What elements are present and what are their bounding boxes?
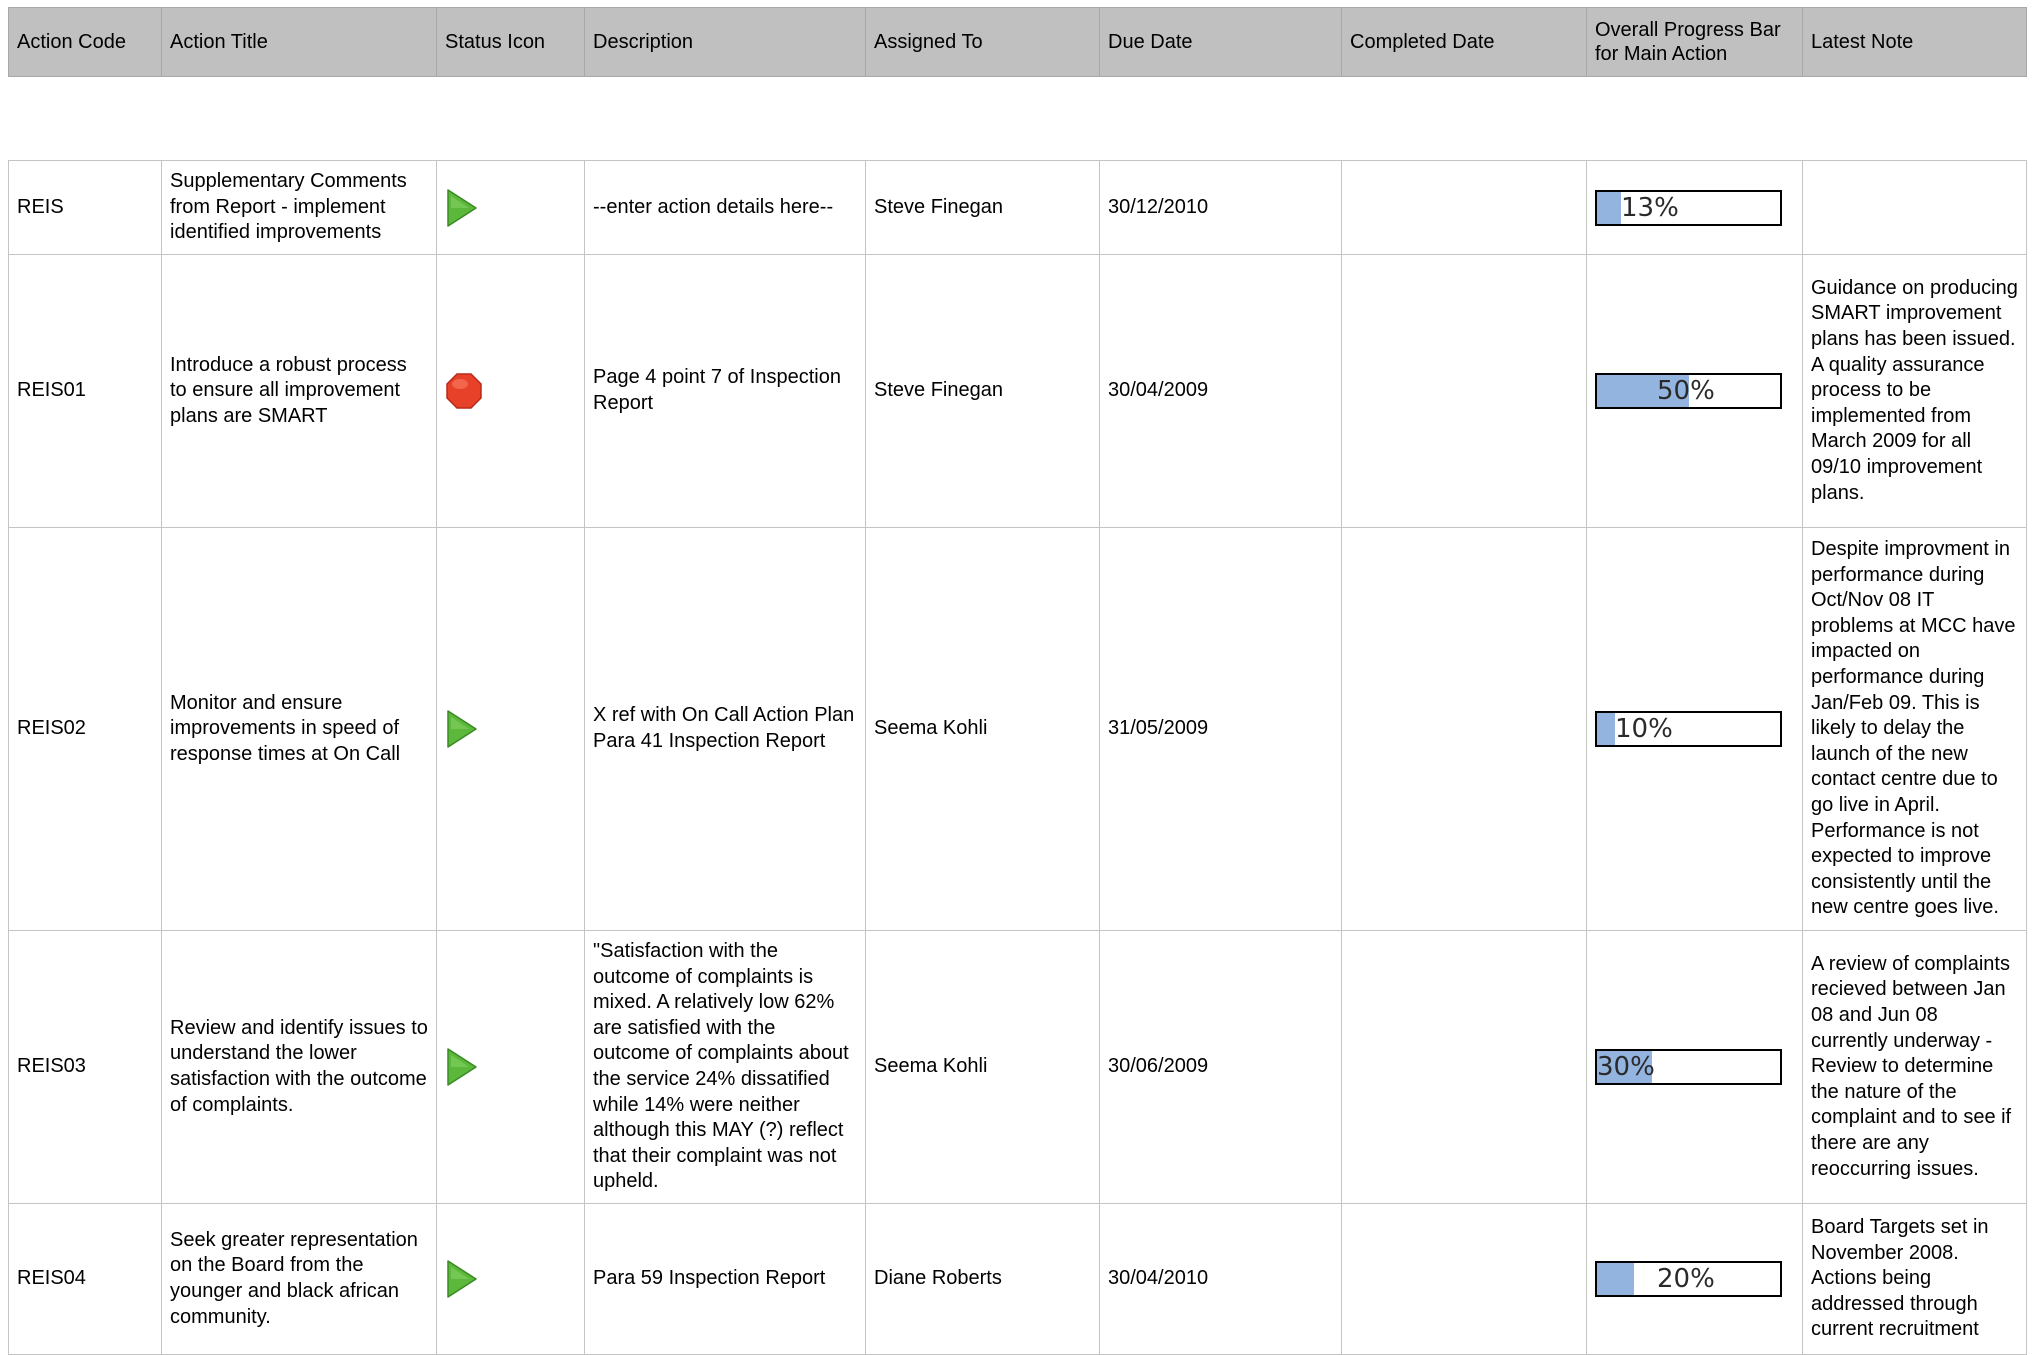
completed-date: [1341, 160, 1587, 255]
progress-cell: 13%: [1586, 160, 1803, 255]
progress-label: 13%: [1621, 192, 1679, 223]
completed-date: [1341, 1203, 1587, 1355]
table-row[interactable]: REIS01 Introduce a robust process to ens…: [8, 254, 2027, 528]
column-header-status-icon[interactable]: Status Icon: [436, 7, 585, 77]
status-icon-cell: [436, 254, 585, 528]
progress-bar: 20%: [1595, 1261, 1782, 1297]
red-stop-icon: [445, 372, 576, 410]
green-play-icon: [445, 1259, 576, 1299]
progress-label: 50%: [1657, 376, 1715, 406]
progress-fill: [1597, 191, 1621, 224]
action-code: REIS: [8, 160, 162, 255]
column-header-action-title[interactable]: Action Title: [161, 7, 437, 77]
status-icon-cell: [436, 527, 585, 931]
assigned-to: Steve Finegan: [865, 254, 1100, 528]
column-header-action-code[interactable]: Action Code: [8, 7, 162, 77]
latest-note: Board Targets set in November 2008. Acti…: [1802, 1203, 2027, 1355]
action-title: Seek greater representation on the Board…: [161, 1203, 437, 1355]
action-title: Monitor and ensure improvements in speed…: [161, 527, 437, 931]
progress-fill: [1597, 713, 1616, 745]
column-header-due-date[interactable]: Due Date: [1099, 7, 1342, 77]
due-date: 30/06/2009: [1099, 930, 1342, 1204]
description: X ref with On Call Action Plan Para 41 I…: [584, 527, 866, 931]
progress-label: 20%: [1657, 1264, 1715, 1294]
table-row[interactable]: REIS04 Seek greater representation on th…: [8, 1203, 2027, 1355]
assigned-to: Steve Finegan: [865, 160, 1100, 255]
status-icon-cell: [436, 1203, 585, 1355]
latest-note: Guidance on producing SMART improvement …: [1802, 254, 2027, 528]
action-code: REIS01: [8, 254, 162, 528]
table-row[interactable]: REIS03 Review and identify issues to und…: [8, 930, 2027, 1204]
latest-note: [1802, 160, 2027, 255]
table-row[interactable]: REIS02 Monitor and ensure improvements i…: [8, 527, 2027, 931]
latest-note: Despite improvment in performance during…: [1802, 527, 2027, 931]
progress-cell: 10%: [1586, 527, 1803, 931]
progress-cell: 50%: [1586, 254, 1803, 528]
status-icon-cell: [436, 930, 585, 1204]
progress-bar: 50%: [1595, 373, 1782, 409]
header-row: Action Code Action Title Status Icon Des…: [8, 7, 2027, 77]
green-play-icon: [445, 188, 576, 228]
description: Page 4 point 7 of Inspection Report: [584, 254, 866, 528]
action-code: REIS02: [8, 527, 162, 931]
progress-label: 30%: [1597, 1052, 1655, 1082]
assigned-to: Seema Kohli: [865, 527, 1100, 931]
progress-cell: 20%: [1586, 1203, 1803, 1355]
latest-note: A review of complaints recieved between …: [1802, 930, 2027, 1204]
completed-date: [1341, 527, 1587, 931]
completed-date: [1341, 254, 1587, 528]
action-code: REIS03: [8, 930, 162, 1204]
progress-bar: 30%: [1595, 1049, 1782, 1085]
green-play-icon: [445, 1047, 576, 1087]
description: "Satisfaction with the outcome of compla…: [584, 930, 866, 1204]
progress-fill: [1597, 1263, 1634, 1295]
action-code: REIS04: [8, 1203, 162, 1355]
action-title: Supplementary Comments from Report - imp…: [161, 160, 437, 255]
description: --enter action details here--: [584, 160, 866, 255]
column-header-assigned-to[interactable]: Assigned To: [865, 7, 1100, 77]
due-date: 30/04/2010: [1099, 1203, 1342, 1355]
assigned-to: Seema Kohli: [865, 930, 1100, 1204]
green-play-icon: [445, 709, 576, 749]
due-date: 30/04/2009: [1099, 254, 1342, 528]
column-header-latest-note[interactable]: Latest Note: [1802, 7, 2027, 77]
description: Para 59 Inspection Report: [584, 1203, 866, 1355]
assigned-to: Diane Roberts: [865, 1203, 1100, 1355]
action-title: Introduce a robust process to ensure all…: [161, 254, 437, 528]
progress-label: 10%: [1615, 714, 1673, 744]
column-header-description[interactable]: Description: [584, 7, 866, 77]
due-date: 30/12/2010: [1099, 160, 1342, 255]
column-header-progress-bar[interactable]: Overall Progress Bar for Main Action: [1586, 7, 1803, 77]
action-plan-header: Action Code Action Title Status Icon Des…: [8, 7, 2027, 77]
completed-date: [1341, 930, 1587, 1204]
column-header-completed-date[interactable]: Completed Date: [1341, 7, 1587, 77]
due-date: 31/05/2009: [1099, 527, 1342, 931]
progress-bar: 10%: [1595, 711, 1782, 747]
action-plan-table: REIS Supplementary Comments from Report …: [8, 160, 2027, 1355]
progress-cell: 30%: [1586, 930, 1803, 1204]
table-row[interactable]: REIS Supplementary Comments from Report …: [8, 160, 2027, 255]
progress-bar: 13%: [1595, 189, 1782, 226]
status-icon-cell: [436, 160, 585, 255]
action-title: Review and identify issues to understand…: [161, 930, 437, 1204]
